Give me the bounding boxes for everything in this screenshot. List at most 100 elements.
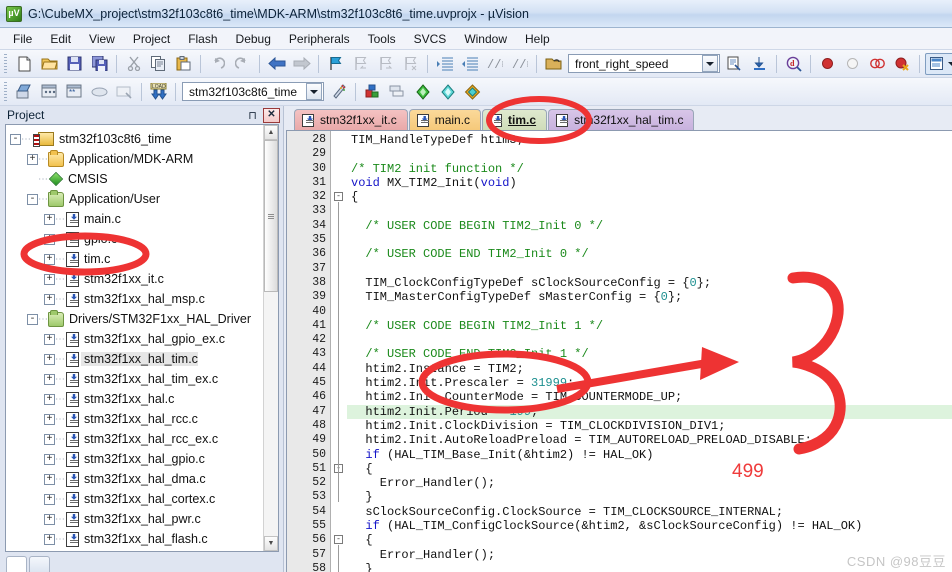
fold-slot[interactable] [331,219,347,233]
code-line[interactable]: TIM_ClockConfigTypeDef sClockSourceConfi… [347,276,952,290]
fold-slot[interactable] [331,262,347,276]
fold-slot[interactable] [331,233,347,247]
expand-icon[interactable]: + [44,373,55,385]
tree-item[interactable]: + ⋯ stm32f1xx_hal_tim_ex.c [10,369,263,389]
expand-icon[interactable]: + [44,213,55,225]
tree-item[interactable]: + ⋯ stm32f1xx_hal_gpio.c [10,449,263,469]
batch-build-icon[interactable] [88,81,111,103]
code-line[interactable]: /* TIM2 init function */ [347,162,952,176]
chevron-down-icon[interactable] [306,83,322,100]
bookmark-prev-icon[interactable] [349,53,372,75]
fold-slot[interactable] [331,505,347,519]
cut-icon[interactable] [122,53,145,75]
code-folding-bar[interactable]: --- [331,131,347,572]
scroll-down-arrow-icon[interactable]: ▼ [264,536,278,551]
redo-icon[interactable] [231,53,254,75]
save-all-icon[interactable] [88,53,111,75]
code-line[interactable]: htim2.Init.CounterMode = TIM_COUNTERMODE… [347,390,952,404]
cmsis-pack-icon[interactable] [411,81,434,103]
magic-wand-icon[interactable] [327,81,350,103]
expand-icon[interactable]: + [44,533,55,545]
pane-tab-project[interactable] [6,556,28,572]
code-line[interactable] [347,233,952,247]
stop-build-icon[interactable] [113,81,136,103]
code-line[interactable] [347,204,952,218]
target-options-icon[interactable] [361,81,384,103]
tree-item[interactable]: + ⋯ gpio.c [10,229,263,249]
expand-icon[interactable]: + [44,293,55,305]
expand-icon[interactable]: + [44,353,55,365]
fold-slot[interactable] [331,476,347,490]
tree-item[interactable]: +⋯stm32f1xx_hal_flash_ex.c [10,549,263,551]
fold-slot[interactable] [331,490,347,504]
multi-project-icon[interactable] [461,81,484,103]
project-tree-scrollbar[interactable]: ▲ ▼ [263,125,278,551]
tree-item[interactable]: + ⋯ stm32f1xx_hal_rcc_ex.c [10,429,263,449]
code-line[interactable]: Error_Handler(); [347,476,952,490]
fold-slot[interactable] [331,433,347,447]
fold-slot[interactable] [331,419,347,433]
fold-slot[interactable] [331,133,347,147]
tree-item[interactable]: + ⋯ stm32f1xx_it.c [10,269,263,289]
fold-slot[interactable] [331,405,347,419]
fold-slot[interactable] [331,319,347,333]
toolbar-grip[interactable] [2,53,9,74]
expand-icon[interactable]: + [27,153,38,165]
scroll-track[interactable] [264,140,278,536]
editor-tab-stm32f1xx_hal_tim-c[interactable]: stm32f1xx_hal_tim.c [548,109,695,130]
chevron-down-icon[interactable] [702,55,718,72]
code-editor[interactable]: 28 29 30 31 32 33 34 35 36 37 38 39 40 41 42 43 44 45 46 47… [286,130,952,572]
manage-components-icon[interactable] [386,81,409,103]
window-layout-icon[interactable] [925,52,952,75]
expand-icon[interactable]: + [44,393,55,405]
menu-help[interactable]: Help [516,30,559,48]
code-line[interactable]: if (HAL_TIM_ConfigClockSource(&htim2, &s… [347,519,952,533]
tree-item[interactable]: + ⋯ tim.c [10,249,263,269]
paste-icon[interactable] [172,53,195,75]
code-line[interactable]: /* USER CODE BEGIN TIM2_Init 1 */ [347,319,952,333]
tree-item[interactable]: + ⋯ stm32f1xx_hal_cortex.c [10,489,263,509]
fold-slot[interactable] [331,548,347,562]
tree-item[interactable]: + ⋯ Application/MDK-ARM [10,149,263,169]
code-line[interactable]: /* USER CODE END TIM2_Init 1 */ [347,347,952,361]
menu-project[interactable]: Project [124,30,179,48]
fold-slot[interactable] [331,376,347,390]
code-line[interactable] [347,305,952,319]
menu-window[interactable]: Window [455,30,516,48]
tree-item[interactable]: + ⋯ stm32f1xx_hal_gpio_ex.c [10,329,263,349]
code-line[interactable]: if (HAL_TIM_Base_Init(&htim2) != HAL_OK) [347,448,952,462]
tree-item[interactable]: - ⋯ stm32f103c8t6_time [10,129,263,149]
find-in-files-icon[interactable] [723,53,746,75]
uncomment-icon[interactable]: //≢ [508,53,531,75]
menu-flash[interactable]: Flash [179,30,226,48]
expand-icon[interactable]: + [44,233,55,245]
menu-file[interactable]: File [4,30,41,48]
fold-slot[interactable] [331,448,347,462]
editor-tab-stm32f1xx_it-c[interactable]: stm32f1xx_it.c [294,109,408,130]
code-line[interactable]: htim2.Instance = TIM2; [347,362,952,376]
code-text[interactable]: TIM_HandleTypeDef htim3; /* TIM2 init fun… [347,131,952,572]
expand-icon[interactable]: + [44,473,55,485]
save-icon[interactable] [63,53,86,75]
fold-slot[interactable] [331,519,347,533]
translate-icon[interactable] [13,81,36,103]
collapse-icon[interactable]: - [10,133,21,145]
pane-tab-books[interactable] [29,556,51,572]
collapse-icon[interactable]: - [27,193,38,205]
expand-icon[interactable]: + [44,253,55,265]
code-line[interactable]: TIM_MasterConfigTypeDef sMasterConfig = … [347,290,952,304]
load-icon[interactable]: LOAD [147,81,170,103]
menu-debug[interactable]: Debug [227,30,280,48]
code-line[interactable]: /* USER CODE BEGIN TIM2_Init 0 */ [347,219,952,233]
menu-peripherals[interactable]: Peripherals [280,30,359,48]
fold-collapse-icon[interactable]: - [334,535,343,545]
code-line[interactable]: htim2.Init.Prescaler = 31999; [347,376,952,390]
scroll-thumb[interactable] [264,140,278,293]
code-line[interactable] [347,333,952,347]
code-line[interactable]: /* USER CODE END TIM2_Init 0 */ [347,247,952,261]
collapse-icon[interactable]: - [27,313,38,325]
bookmark-next-icon[interactable] [374,53,397,75]
rebuild-icon[interactable]: ** [63,81,86,103]
tree-item[interactable]: + ⋯ stm32f1xx_hal_msp.c [10,289,263,309]
browse-icon[interactable]: d [782,53,805,75]
